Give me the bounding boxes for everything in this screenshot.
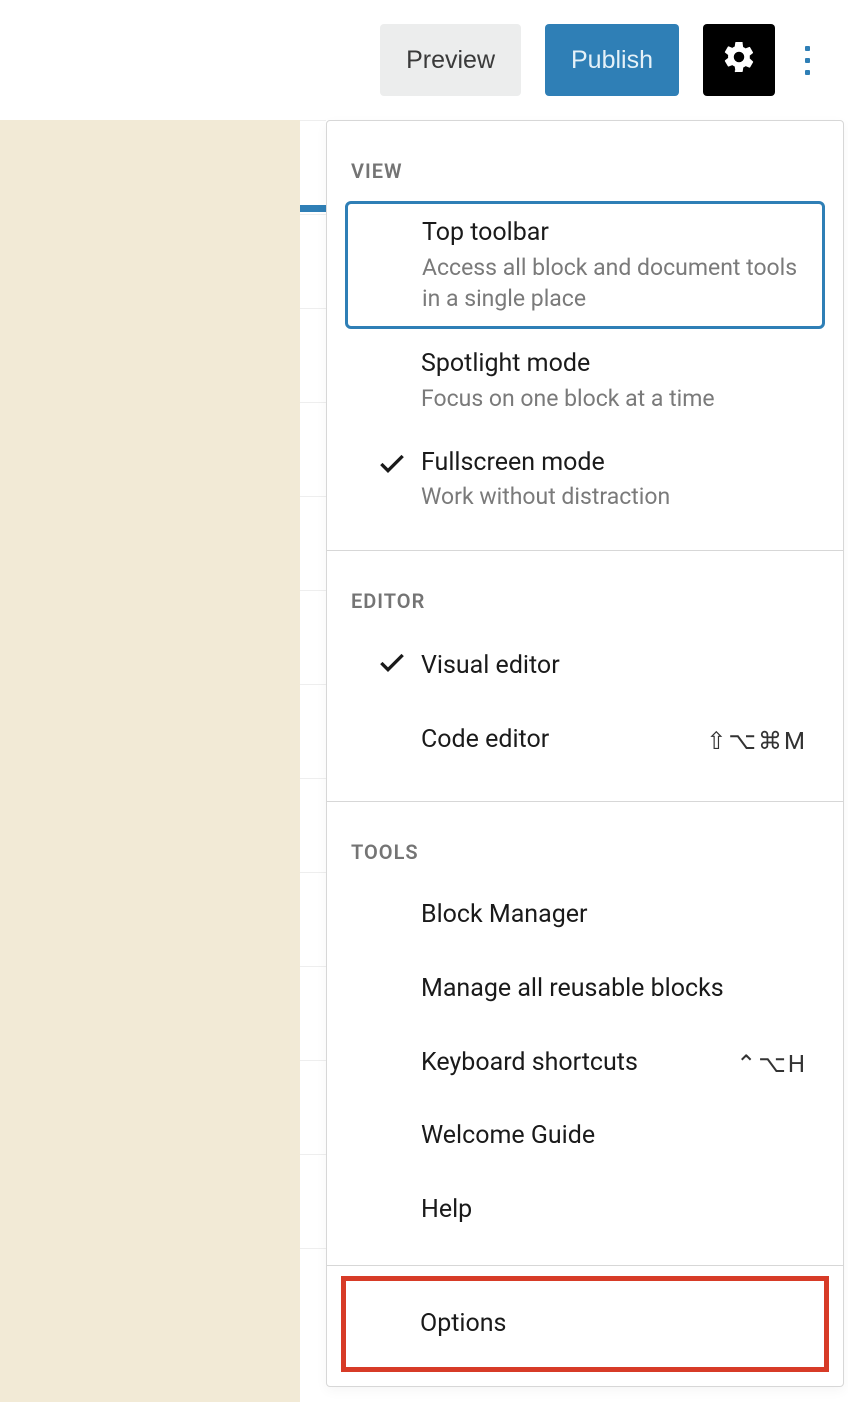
publish-button[interactable]: Publish [545,24,679,96]
keyboard-shortcut: ⇧⌥⌘M [694,725,807,755]
menu-item-title: Keyboard shortcuts [421,1046,724,1080]
check-slot [363,446,421,484]
editor-topbar: Preview Publish [0,0,848,120]
dot-icon [805,58,810,63]
more-options-button[interactable] [799,40,816,81]
menu-item-fullscreen-mode[interactable]: Fullscreen mode Work without distraction [345,432,825,527]
preview-button[interactable]: Preview [380,24,521,96]
section-label-tools: TOOLS [327,802,843,878]
menu-item-keyboard-shortcuts[interactable]: Keyboard shortcuts ⌃⌥H [345,1026,825,1100]
menu-item-help[interactable]: Help [345,1173,825,1247]
row-gridlines [300,120,326,1402]
menu-item-manage-reusable-blocks[interactable]: Manage all reusable blocks [345,952,825,1026]
menu-item-title: Welcome Guide [421,1119,807,1153]
check-icon [376,647,408,683]
menu-item-welcome-guide[interactable]: Welcome Guide [345,1099,825,1173]
menu-item-title: Fullscreen mode [421,446,807,480]
menu-item-title: Code editor [421,723,694,757]
dot-icon [805,70,810,75]
menu-item-spotlight-mode[interactable]: Spotlight mode Focus on one block at a t… [345,333,825,428]
section-label-editor: EDITOR [327,551,843,627]
menu-item-desc: Access all block and document tools in a… [422,252,806,314]
keyboard-shortcut: ⌃⌥H [724,1048,807,1078]
menu-item-block-manager[interactable]: Block Manager [345,878,825,952]
dot-icon [805,46,810,51]
check-slot [363,647,421,683]
menu-item-options[interactable]: Options [341,1276,829,1372]
menu-item-visual-editor[interactable]: Visual editor [345,627,825,703]
menu-item-title: Visual editor [421,649,807,683]
check-slot [362,1307,420,1341]
check-slot [364,216,422,218]
content-background [0,120,300,1402]
menu-item-desc: Work without distraction [421,481,807,512]
menu-item-title: Spotlight mode [421,347,807,381]
menu-item-desc: Focus on one block at a time [421,383,807,414]
gear-icon [721,39,757,82]
menu-item-title: Help [421,1193,807,1227]
section-label-view: VIEW [327,121,843,197]
menu-item-code-editor[interactable]: Code editor ⇧⌥⌘M [345,703,825,777]
menu-item-title: Options [420,1307,506,1341]
menu-item-top-toolbar[interactable]: Top toolbar Access all block and documen… [345,201,825,329]
menu-item-title: Top toolbar [422,216,806,250]
menu-item-title: Block Manager [421,898,807,932]
check-slot [363,347,421,349]
options-dropdown-menu: VIEW Top toolbar Access all block and do… [326,120,844,1387]
check-icon [376,448,408,484]
settings-button[interactable] [703,24,775,96]
menu-item-title: Manage all reusable blocks [421,972,807,1006]
